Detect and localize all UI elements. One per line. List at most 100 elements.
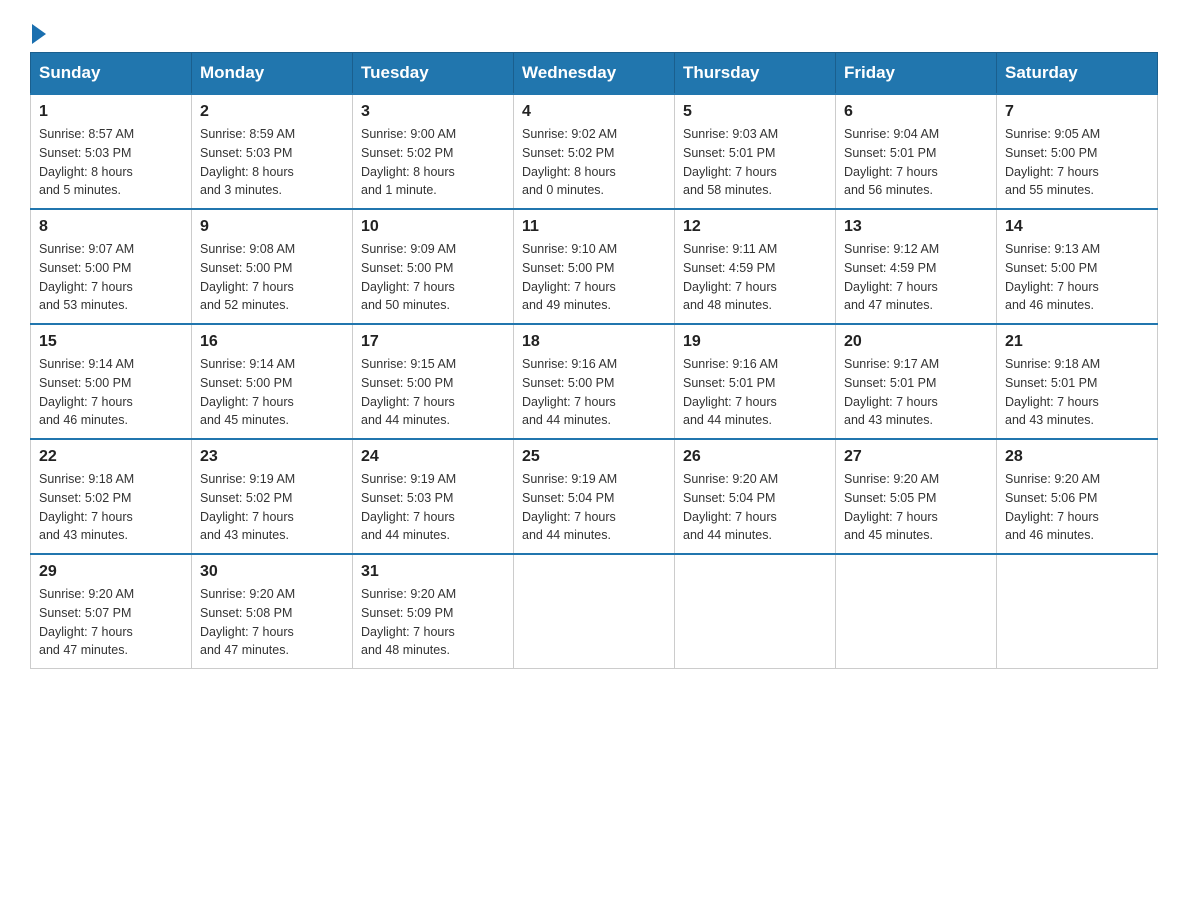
calendar-table: SundayMondayTuesdayWednesdayThursdayFrid…: [30, 52, 1158, 669]
day-number: 25: [522, 448, 666, 466]
column-header-tuesday: Tuesday: [353, 53, 514, 95]
column-header-sunday: Sunday: [31, 53, 192, 95]
day-info: Sunrise: 9:07 AMSunset: 5:00 PMDaylight:…: [39, 240, 183, 315]
day-info: Sunrise: 9:17 AMSunset: 5:01 PMDaylight:…: [844, 355, 988, 430]
logo-arrow-icon: [32, 24, 46, 44]
day-cell: 28 Sunrise: 9:20 AMSunset: 5:06 PMDayligh…: [997, 439, 1158, 554]
day-number: 10: [361, 218, 505, 236]
day-number: 5: [683, 103, 827, 121]
day-cell: 30Sunrise: 9:20 AMSunset: 5:08 PMDayligh…: [192, 554, 353, 669]
day-info: Sunrise: 8:57 AMSunset: 5:03 PMDaylight:…: [39, 125, 183, 200]
day-info: Sunrise: 9:11 AMSunset: 4:59 PMDaylight:…: [683, 240, 827, 315]
day-number: 7: [1005, 103, 1149, 121]
day-cell: 10 Sunrise: 9:09 AMSunset: 5:00 PMDayligh…: [353, 209, 514, 324]
day-cell: 11 Sunrise: 9:10 AMSunset: 5:00 PMDayligh…: [514, 209, 675, 324]
day-number: 1: [39, 103, 183, 121]
day-cell: 17 Sunrise: 9:15 AMSunset: 5:00 PMDayligh…: [353, 324, 514, 439]
day-number: 13: [844, 218, 988, 236]
day-info: Sunrise: 9:20 AMSunset: 5:04 PMDaylight:…: [683, 470, 827, 545]
day-info: Sunrise: 9:15 AMSunset: 5:00 PMDaylight:…: [361, 355, 505, 430]
day-cell: [514, 554, 675, 669]
day-info: Sunrise: 8:59 AMSunset: 5:03 PMDaylight:…: [200, 125, 344, 200]
day-cell: 31 Sunrise: 9:20 AMSunset: 5:09 PMDayligh…: [353, 554, 514, 669]
day-info: Sunrise: 9:13 AMSunset: 5:00 PMDaylight:…: [1005, 240, 1149, 315]
day-cell: 5 Sunrise: 9:03 AMSunset: 5:01 PMDaylight…: [675, 94, 836, 209]
day-number: 3: [361, 103, 505, 121]
day-cell: 14 Sunrise: 9:13 AMSunset: 5:00 PMDayligh…: [997, 209, 1158, 324]
day-cell: 20 Sunrise: 9:17 AMSunset: 5:01 PMDayligh…: [836, 324, 997, 439]
day-cell: 19 Sunrise: 9:16 AMSunset: 5:01 PMDayligh…: [675, 324, 836, 439]
column-header-monday: Monday: [192, 53, 353, 95]
day-info: Sunrise: 9:18 AMSunset: 5:02 PMDaylight:…: [39, 470, 183, 545]
day-info: Sunrise: 9:03 AMSunset: 5:01 PMDaylight:…: [683, 125, 827, 200]
day-cell: 18 Sunrise: 9:16 AMSunset: 5:00 PMDayligh…: [514, 324, 675, 439]
day-number: 24: [361, 448, 505, 466]
day-cell: 27Sunrise: 9:20 AMSunset: 5:05 PMDayligh…: [836, 439, 997, 554]
day-number: 12: [683, 218, 827, 236]
day-number: 17: [361, 333, 505, 351]
day-info: Sunrise: 9:19 AMSunset: 5:03 PMDaylight:…: [361, 470, 505, 545]
day-info: Sunrise: 9:05 AMSunset: 5:00 PMDaylight:…: [1005, 125, 1149, 200]
day-cell: 8 Sunrise: 9:07 AMSunset: 5:00 PMDaylight…: [31, 209, 192, 324]
day-info: Sunrise: 9:10 AMSunset: 5:00 PMDaylight:…: [522, 240, 666, 315]
week-row-2: 8 Sunrise: 9:07 AMSunset: 5:00 PMDaylight…: [31, 209, 1158, 324]
day-number: 15: [39, 333, 183, 351]
column-header-thursday: Thursday: [675, 53, 836, 95]
day-cell: 23 Sunrise: 9:19 AMSunset: 5:02 PMDayligh…: [192, 439, 353, 554]
day-cell: 15 Sunrise: 9:14 AMSunset: 5:00 PMDayligh…: [31, 324, 192, 439]
day-number: 22: [39, 448, 183, 466]
day-cell: 3 Sunrise: 9:00 AMSunset: 5:02 PMDaylight…: [353, 94, 514, 209]
day-number: 9: [200, 218, 344, 236]
day-info: Sunrise: 9:00 AMSunset: 5:02 PMDaylight:…: [361, 125, 505, 200]
day-number: 29: [39, 563, 183, 581]
day-cell: [836, 554, 997, 669]
day-number: 14: [1005, 218, 1149, 236]
day-number: 27: [844, 448, 988, 466]
day-info: Sunrise: 9:16 AMSunset: 5:01 PMDaylight:…: [683, 355, 827, 430]
day-number: 18: [522, 333, 666, 351]
day-cell: 12 Sunrise: 9:11 AMSunset: 4:59 PMDayligh…: [675, 209, 836, 324]
day-cell: 16Sunrise: 9:14 AMSunset: 5:00 PMDayligh…: [192, 324, 353, 439]
day-cell: 24 Sunrise: 9:19 AMSunset: 5:03 PMDayligh…: [353, 439, 514, 554]
day-info: Sunrise: 9:19 AMSunset: 5:04 PMDaylight:…: [522, 470, 666, 545]
day-info: Sunrise: 9:09 AMSunset: 5:00 PMDaylight:…: [361, 240, 505, 315]
day-number: 6: [844, 103, 988, 121]
day-number: 4: [522, 103, 666, 121]
calendar-header-row: SundayMondayTuesdayWednesdayThursdayFrid…: [31, 53, 1158, 95]
day-info: Sunrise: 9:16 AMSunset: 5:00 PMDaylight:…: [522, 355, 666, 430]
day-number: 28: [1005, 448, 1149, 466]
logo: [30, 20, 46, 42]
day-number: 30: [200, 563, 344, 581]
day-cell: [675, 554, 836, 669]
day-number: 8: [39, 218, 183, 236]
day-cell: 26 Sunrise: 9:20 AMSunset: 5:04 PMDayligh…: [675, 439, 836, 554]
day-number: 26: [683, 448, 827, 466]
day-number: 11: [522, 218, 666, 236]
day-info: Sunrise: 9:20 AMSunset: 5:06 PMDaylight:…: [1005, 470, 1149, 545]
day-number: 19: [683, 333, 827, 351]
day-info: Sunrise: 9:12 AMSunset: 4:59 PMDaylight:…: [844, 240, 988, 315]
week-row-4: 22 Sunrise: 9:18 AMSunset: 5:02 PMDayligh…: [31, 439, 1158, 554]
week-row-1: 1 Sunrise: 8:57 AMSunset: 5:03 PMDaylight…: [31, 94, 1158, 209]
day-info: Sunrise: 9:14 AMSunset: 5:00 PMDaylight:…: [200, 355, 344, 430]
day-number: 2: [200, 103, 344, 121]
day-cell: 7 Sunrise: 9:05 AMSunset: 5:00 PMDaylight…: [997, 94, 1158, 209]
column-header-saturday: Saturday: [997, 53, 1158, 95]
day-cell: 13 Sunrise: 9:12 AMSunset: 4:59 PMDayligh…: [836, 209, 997, 324]
day-info: Sunrise: 9:20 AMSunset: 5:09 PMDaylight:…: [361, 585, 505, 660]
day-cell: 29Sunrise: 9:20 AMSunset: 5:07 PMDayligh…: [31, 554, 192, 669]
week-row-5: 29Sunrise: 9:20 AMSunset: 5:07 PMDayligh…: [31, 554, 1158, 669]
day-number: 23: [200, 448, 344, 466]
day-number: 20: [844, 333, 988, 351]
day-cell: 6 Sunrise: 9:04 AMSunset: 5:01 PMDaylight…: [836, 94, 997, 209]
day-info: Sunrise: 9:19 AMSunset: 5:02 PMDaylight:…: [200, 470, 344, 545]
day-info: Sunrise: 9:04 AMSunset: 5:01 PMDaylight:…: [844, 125, 988, 200]
day-number: 21: [1005, 333, 1149, 351]
day-cell: 22 Sunrise: 9:18 AMSunset: 5:02 PMDayligh…: [31, 439, 192, 554]
week-row-3: 15 Sunrise: 9:14 AMSunset: 5:00 PMDayligh…: [31, 324, 1158, 439]
day-info: Sunrise: 9:18 AMSunset: 5:01 PMDaylight:…: [1005, 355, 1149, 430]
day-number: 31: [361, 563, 505, 581]
day-info: Sunrise: 9:14 AMSunset: 5:00 PMDaylight:…: [39, 355, 183, 430]
column-header-friday: Friday: [836, 53, 997, 95]
day-cell: 2 Sunrise: 8:59 AMSunset: 5:03 PMDaylight…: [192, 94, 353, 209]
